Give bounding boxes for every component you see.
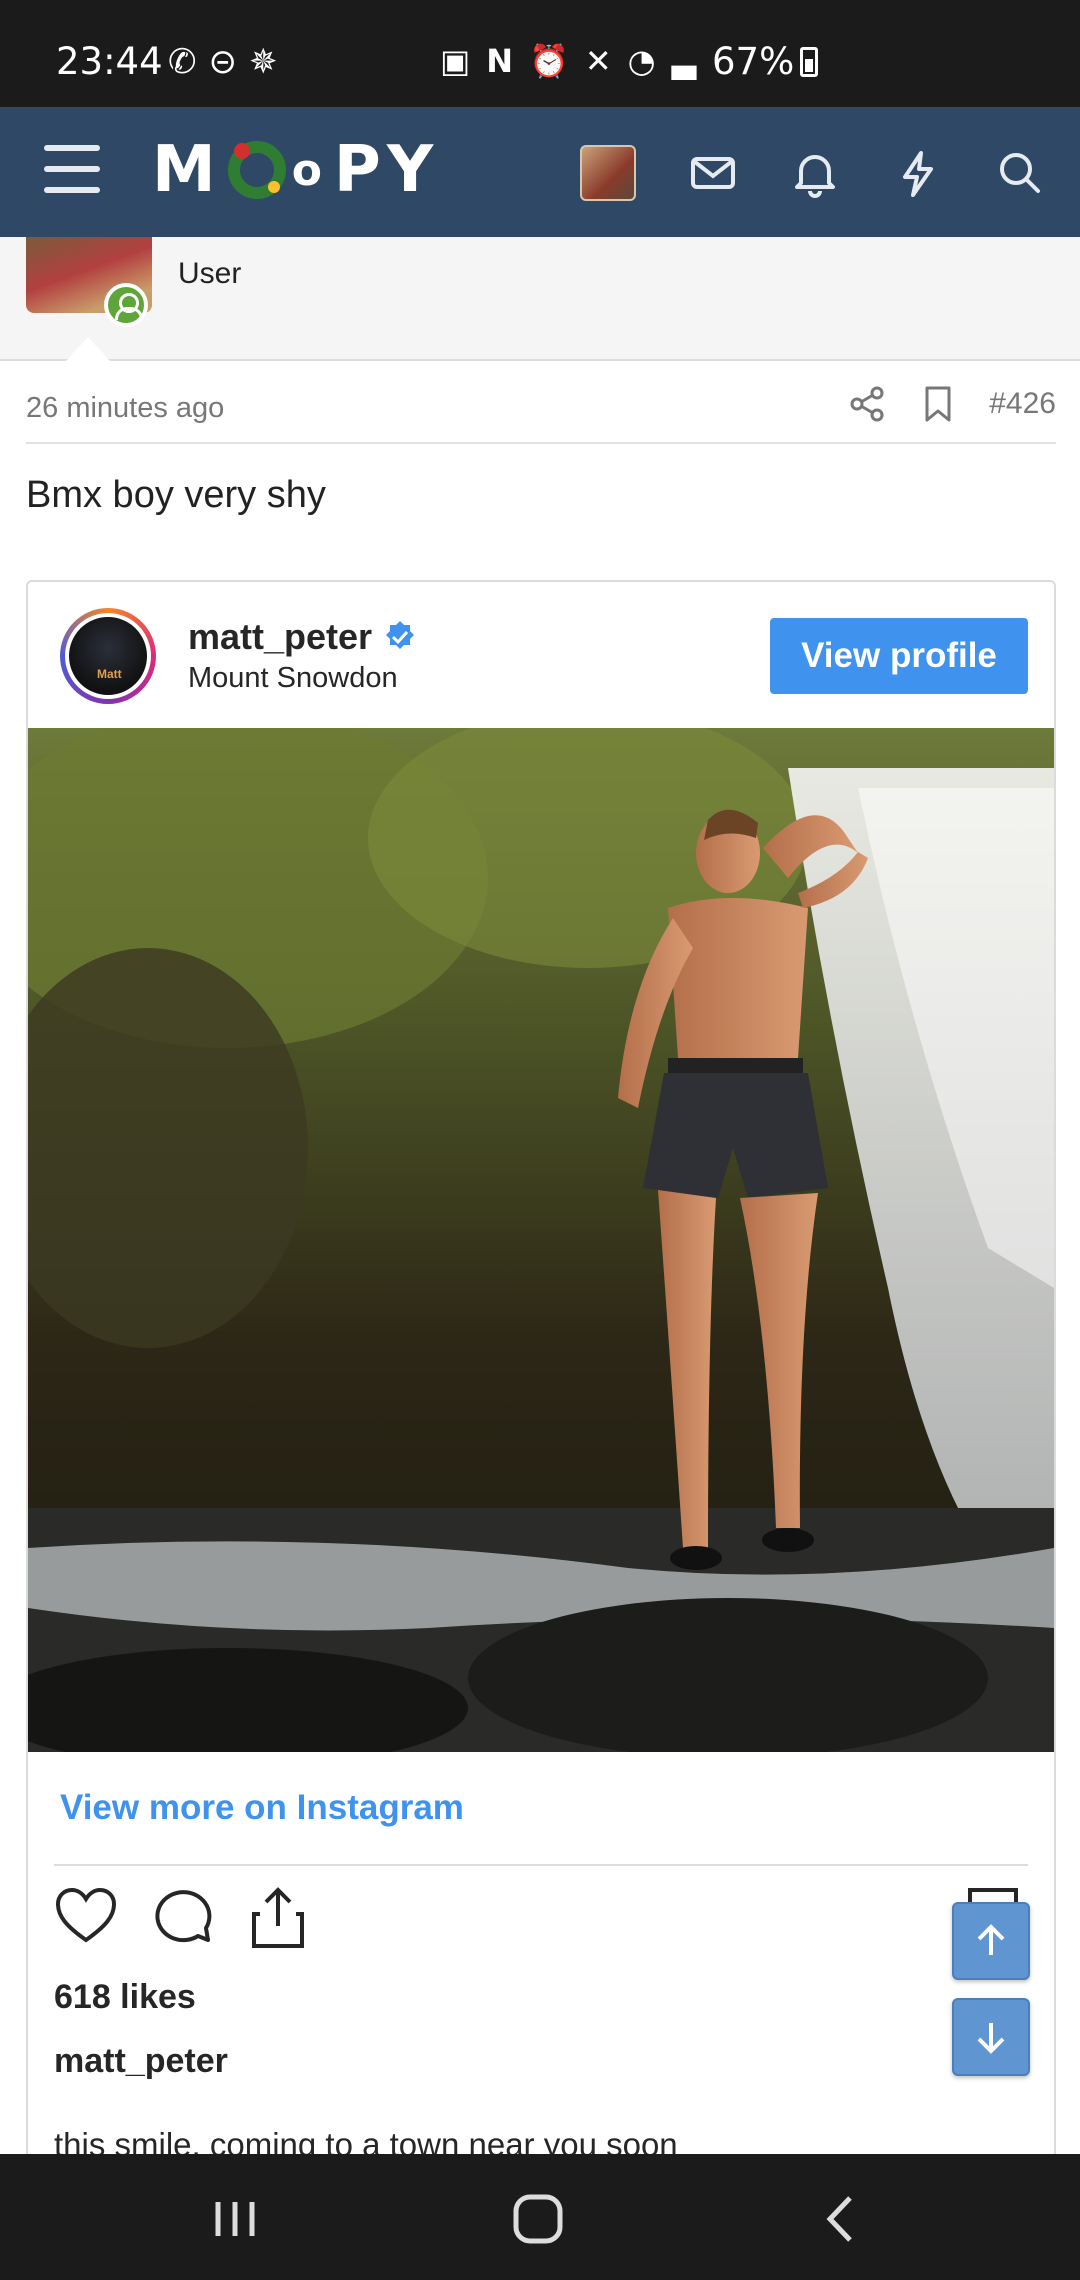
battery-indicator: 67%	[712, 40, 819, 83]
signal-icon: ▃	[671, 42, 697, 80]
post-actions: #426	[847, 384, 1056, 424]
battery-percent: 67%	[712, 40, 795, 83]
instagram-embed: matt_peter Mount Snowdon View profile	[26, 580, 1056, 2280]
mail-icon[interactable]	[683, 143, 743, 203]
search-icon[interactable]	[990, 143, 1050, 203]
status-left-icons: ✆ ⊝ ✵	[168, 42, 278, 82]
wifi-icon: ◔	[627, 42, 656, 80]
battery-icon	[800, 46, 819, 77]
view-more-on-instagram-link[interactable]: View more on Instagram	[60, 1788, 464, 1828]
nfc-icon: N	[486, 42, 514, 80]
comment-icon[interactable]	[152, 1886, 214, 1946]
status-right-icons: ▣ N ⏰ ✕ ◔ ▃	[440, 42, 696, 80]
system-nav-bar	[0, 2154, 1080, 2280]
logo-text-prefix: M	[152, 133, 222, 207]
battery-saver-icon: ▣	[440, 42, 471, 80]
share-icon[interactable]	[847, 384, 887, 424]
whatsapp-icon: ✆	[168, 42, 197, 82]
home-icon[interactable]	[503, 2184, 573, 2254]
ig-caption-username[interactable]: matt_peter	[54, 2042, 228, 2081]
caret-pointer	[66, 337, 110, 361]
bookmark-icon[interactable]	[921, 384, 955, 424]
arrow-down-icon	[977, 2023, 1005, 2054]
ig-username-row: matt_peter	[188, 616, 418, 658]
wreath-icon	[227, 141, 286, 199]
ig-avatar[interactable]	[60, 608, 156, 704]
scroll-down-button[interactable]	[952, 1998, 1030, 2076]
post-author-strip: User	[0, 237, 1080, 361]
app-header: M o PY	[0, 107, 1080, 237]
author-role: User	[178, 257, 242, 290]
ig-username[interactable]: matt_peter	[188, 616, 372, 658]
arrow-up-icon	[977, 1924, 1005, 1955]
embed-divider	[54, 1864, 1028, 1866]
status-time: 23:44	[56, 40, 163, 83]
post-number[interactable]: #426	[989, 387, 1056, 421]
logo-text-suffix: PY	[333, 133, 440, 207]
mute-icon: ✕	[584, 42, 612, 80]
post-timestamp[interactable]: 26 minutes ago	[26, 392, 224, 425]
post-meta: 26 minutes ago #426	[26, 360, 1056, 444]
recent-apps-icon[interactable]	[200, 2184, 270, 2254]
ig-post-photo[interactable]	[28, 728, 1054, 1752]
ig-likes-count[interactable]: 618 likes	[54, 1978, 196, 2017]
lightning-icon[interactable]	[887, 143, 947, 203]
status-bar: 23:44 ✆ ⊝ ✵ ▣ N ⏰ ✕ ◔ ▃ 67%	[0, 0, 1080, 107]
bell-icon[interactable]	[785, 143, 845, 203]
online-status-icon	[104, 283, 148, 327]
header-avatar[interactable]	[580, 145, 636, 201]
view-profile-button[interactable]: View profile	[770, 618, 1028, 694]
scroll-up-button[interactable]	[952, 1902, 1030, 1980]
heart-icon[interactable]	[54, 1886, 118, 1946]
ig-location[interactable]: Mount Snowdon	[188, 662, 398, 695]
do-not-disturb-icon: ⊝	[208, 42, 238, 82]
menu-icon[interactable]	[44, 145, 100, 193]
sparkle-icon: ✵	[249, 42, 278, 82]
share-upload-icon[interactable]	[248, 1886, 308, 1950]
site-logo[interactable]: M o PY	[152, 133, 439, 207]
ig-actions	[54, 1886, 308, 1950]
verified-badge-icon	[386, 621, 415, 649]
alarm-icon: ⏰	[529, 42, 569, 80]
logo-text-o: o	[291, 144, 328, 196]
back-icon[interactable]	[806, 2184, 876, 2254]
post-body: Bmx boy very shy	[26, 474, 326, 516]
